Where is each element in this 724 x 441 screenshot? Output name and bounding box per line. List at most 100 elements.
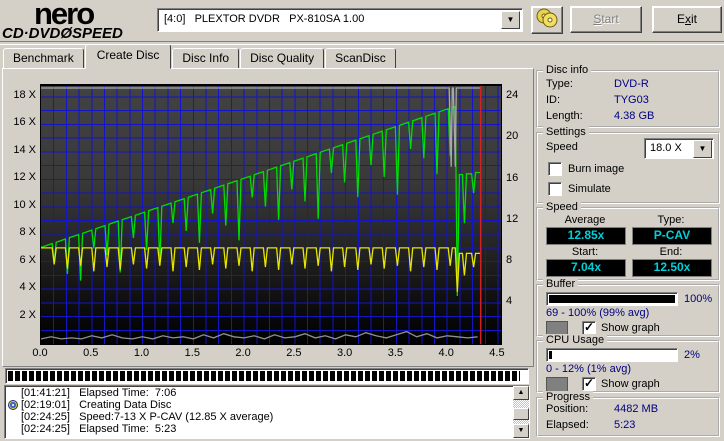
discs-icon xyxy=(536,8,558,28)
disc-status-icon xyxy=(8,400,18,410)
speed-group: Speed Average Type: 12.85x P-CAV Start: … xyxy=(536,201,720,281)
cpu-range: 0 - 12% (1% avg) xyxy=(546,363,631,375)
log-line: [02:24:25] Speed:7-13 X P-CAV (12.85 X a… xyxy=(7,411,511,423)
drive-select-arrow[interactable]: ▼ xyxy=(501,11,520,29)
logo-disc-glyph: Ø xyxy=(60,25,73,42)
right-axis-tick: 24 xyxy=(506,89,519,102)
left-axis-tick: 2 X xyxy=(19,308,36,321)
left-axis-tick: 18 X xyxy=(13,88,36,101)
speed-select-arrow[interactable]: ▼ xyxy=(693,140,712,158)
end-speed-display: 12.50x xyxy=(632,259,712,277)
simulate-label: Simulate xyxy=(568,183,611,195)
exit-button[interactable]: Exit xyxy=(652,6,722,33)
scroll-up-icon[interactable]: ▲ xyxy=(513,386,529,400)
log-scrollbar[interactable]: ▲ ▼ xyxy=(513,386,529,438)
cpu-bar xyxy=(546,348,678,362)
speed-setting-label: Speed xyxy=(546,141,578,153)
average-speed-display: 12.85x xyxy=(546,227,626,245)
log-message: Speed:7-13 X P-CAV (12.85 X average) xyxy=(79,411,274,423)
log-message: Elapsed Time: 5:23 xyxy=(79,423,177,435)
buffer-show-graph-checkbox[interactable]: ✓ xyxy=(582,320,596,335)
x-axis-tick: 2.0 xyxy=(235,347,251,359)
buffer-bar xyxy=(546,292,678,306)
elapsed-label: Elapsed: xyxy=(546,419,589,431)
log-message: Creating Data Disc xyxy=(79,399,172,411)
buffer-group: Buffer 100% 69 - 100% (99% avg) ✓ Show g… xyxy=(536,278,720,337)
position-value: 4482 MB xyxy=(614,403,659,415)
x-axis-tick: 3.5 xyxy=(387,347,404,359)
cpu-usage-group: CPU Usage 2% 0 - 12% (1% avg) ✓ Show gra… xyxy=(536,334,720,393)
cpu-bar-fill xyxy=(549,351,552,359)
cpu-usage-title: CPU Usage xyxy=(543,334,608,346)
disc-id-label: ID: xyxy=(546,94,561,106)
x-axis-tick: 2.5 xyxy=(286,347,302,359)
left-axis-tick: 16 X xyxy=(13,116,36,129)
cpu-show-graph-label: Show graph xyxy=(601,378,660,390)
settings-title: Settings xyxy=(543,126,589,138)
disc-id-value: TYG03 xyxy=(614,94,649,106)
tab-benchmark[interactable]: Benchmark xyxy=(3,48,84,69)
tab-scandisc[interactable]: ScanDisc xyxy=(325,48,396,69)
left-axis-tick: 4 X xyxy=(19,281,36,294)
type-label: Type: xyxy=(657,214,685,226)
left-axis-tick: 8 X xyxy=(19,226,36,239)
left-axis-tick: 6 X xyxy=(19,253,36,266)
cpu-show-graph-checkbox[interactable]: ✓ xyxy=(582,376,596,391)
x-axis-tick: 1.0 xyxy=(133,347,150,359)
left-axis-tick: 14 X xyxy=(13,143,36,156)
progress-group: Progress Position: 4482 MB Elapsed: 5:23 xyxy=(536,391,720,437)
end-label: End: xyxy=(659,246,683,258)
log-line: [01:41:21] Elapsed Time: 7:06 xyxy=(7,387,511,399)
left-axis-tick: 10 X xyxy=(13,198,36,211)
disc-info-group: Disc info Type: DVD-R ID: TYG03 Length: … xyxy=(536,64,720,128)
cd-dvd-speed-logo: CD·DVDØSPEED xyxy=(2,25,123,42)
tab-create-disc[interactable]: Create Disc xyxy=(84,44,172,69)
start-speed-display: 7.04x xyxy=(546,259,626,277)
right-axis-tick: 8 xyxy=(506,253,513,266)
disc-length-label: Length: xyxy=(546,110,583,122)
tab-disc-info[interactable]: Disc Info xyxy=(172,48,240,69)
write-progress-bar xyxy=(5,368,529,384)
speed-group-title: Speed xyxy=(543,201,581,213)
status-log-lines: [01:41:21] Elapsed Time: 7:06 [02:19:01] … xyxy=(7,387,511,437)
log-scrollbar-thumb[interactable] xyxy=(513,408,529,420)
position-label: Position: xyxy=(546,403,589,415)
simulate-checkbox[interactable]: ✓ xyxy=(548,182,562,196)
tab-disc-quality[interactable]: Disc Quality xyxy=(240,48,325,69)
speed-select[interactable]: 18.0 X ▼ xyxy=(644,138,714,159)
disc-type-value: DVD-R xyxy=(614,78,649,90)
drive-select[interactable]: [4:0] PLEXTOR DVDR PX-810SA 1.00 ▼ xyxy=(157,8,523,32)
cpu-percent: 2% xyxy=(684,349,700,361)
right-axis-tick: 20 xyxy=(506,130,519,143)
right-axis-tick: 12 xyxy=(506,212,519,225)
log-timestamp: [02:24:25] xyxy=(21,411,80,423)
x-axis-tick: 0.5 xyxy=(83,347,99,359)
logo-speed-text: SPEED xyxy=(72,25,123,42)
nero-logo: nero xyxy=(34,0,95,31)
nero-cd-dvd-speed-window: { "header": { "logo": {"line1": "nero", … xyxy=(0,0,724,441)
disc-type-label: Type: xyxy=(546,78,573,90)
transfer-rate-chart xyxy=(40,85,502,345)
start-label: Start: xyxy=(571,246,599,258)
x-axis-tick: 1.5 xyxy=(184,347,200,359)
log-timestamp: [01:41:21] xyxy=(21,387,80,399)
buffer-show-graph-label: Show graph xyxy=(601,322,660,334)
burn-image-checkbox[interactable]: ✓ xyxy=(548,162,562,176)
start-button[interactable]: Start xyxy=(570,6,642,33)
progress-title: Progress xyxy=(543,391,594,403)
x-axis-tick: 0.0 xyxy=(32,347,48,359)
log-timestamp: [02:19:01] xyxy=(21,399,80,411)
scroll-down-icon[interactable]: ▼ xyxy=(513,424,529,438)
disc-info-title: Disc info xyxy=(543,64,592,76)
left-axis-tick: 12 X xyxy=(13,171,36,184)
disc-tool-button[interactable] xyxy=(531,6,563,34)
chart-plot-svg xyxy=(41,86,501,344)
x-axis-tick: 4.0 xyxy=(438,347,454,359)
right-axis-tick: 4 xyxy=(506,294,513,307)
burn-image-label: Burn image xyxy=(568,163,625,175)
x-axis-tick: 3.0 xyxy=(336,347,353,359)
buffer-range: 69 - 100% (99% avg) xyxy=(546,307,650,319)
average-label: Average xyxy=(564,214,606,226)
right-axis-tick: 16 xyxy=(506,171,519,184)
log-line: [02:19:01] Creating Data Disc xyxy=(7,399,511,411)
